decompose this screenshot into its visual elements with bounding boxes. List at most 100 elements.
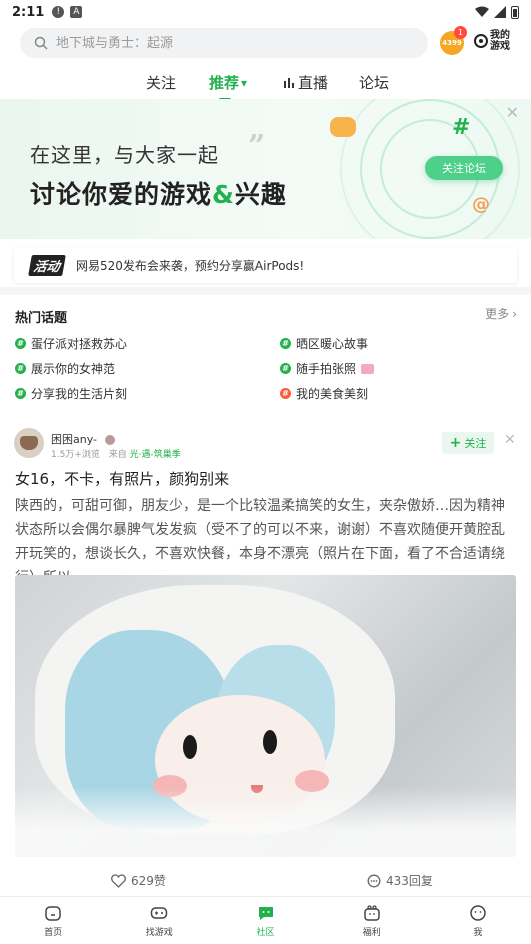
- activity-text: 网易520发布会来袭，预约分享赢AirPods!: [76, 258, 305, 273]
- author-name-text: 困困any-: [51, 433, 97, 446]
- quote-decor-icon: ”: [248, 129, 266, 164]
- topic-label: 分享我的生活片刻: [31, 387, 128, 401]
- topic-icon: #: [15, 363, 26, 374]
- avatar[interactable]: [14, 428, 44, 458]
- topic-label: 展示你的女神范: [31, 362, 116, 376]
- tab-forum-label: 论坛: [359, 74, 390, 92]
- banner-line2-amp: &: [212, 180, 235, 209]
- battery-icon: [511, 5, 519, 19]
- gift-icon: [363, 904, 380, 921]
- topic-icon: #: [15, 338, 26, 349]
- topic-item[interactable]: # 随手拍张照: [280, 360, 375, 377]
- banner-line1: 在这里，与大家一起: [30, 143, 219, 167]
- topic-label: 晒区暖心故事: [296, 337, 369, 351]
- follow-button[interactable]: + 关注: [442, 432, 494, 454]
- chevron-right-icon: ›: [512, 306, 517, 321]
- topic-item[interactable]: # 分享我的生活片刻: [15, 385, 127, 402]
- activity-tag: 活动: [28, 254, 66, 276]
- nav-home[interactable]: 首页: [0, 897, 106, 944]
- tab-follow[interactable]: 关注: [146, 72, 176, 93]
- tab-forum[interactable]: 论坛: [359, 72, 389, 93]
- nav-find-games-label: 找游戏: [145, 927, 173, 938]
- topic-item[interactable]: # 晒区暖心故事: [280, 335, 368, 352]
- source-forum-link[interactable]: 光·遇-筑巢季: [130, 450, 181, 460]
- search-input[interactable]: [56, 35, 376, 51]
- community-icon: [258, 906, 273, 920]
- author-meta: 1.5万+浏览 来自 光·遇-筑巢季: [51, 447, 181, 460]
- close-icon[interactable]: ✕: [504, 432, 516, 448]
- topic-label: 蛋仔派对拯救苏心: [31, 337, 128, 351]
- follow-label: 关注: [464, 437, 487, 450]
- tab-live[interactable]: 直播: [283, 72, 328, 93]
- nav-me[interactable]: 我: [425, 897, 531, 944]
- home-icon: [45, 905, 61, 921]
- profile-icon: [470, 904, 486, 921]
- section-divider: [0, 287, 531, 295]
- close-icon[interactable]: ✕: [506, 103, 519, 122]
- nav-community-label: 社区: [256, 927, 275, 938]
- post-header: 困困any- 1.5万+浏览 来自 光·遇-筑巢季 + 关注 ✕: [14, 428, 517, 462]
- more-link[interactable]: 更多 ›: [485, 305, 517, 322]
- image-eye-shape: [263, 730, 277, 754]
- forum-banner[interactable]: # @ ” 在这里，与大家一起 讨论你爱的游戏&兴趣 关注论坛 ✕: [0, 99, 531, 239]
- reply-count: 433回复: [386, 874, 433, 888]
- topic-label: 随手拍张照: [296, 362, 357, 376]
- more-label: 更多: [485, 307, 510, 321]
- hash-decor-icon: #: [452, 115, 471, 140]
- image-eye-shape: [183, 735, 197, 759]
- image-fur-shape: [15, 787, 516, 857]
- nav-community[interactable]: 社区: [212, 897, 318, 944]
- topic-item[interactable]: # 蛋仔派对拯救苏心: [15, 335, 127, 352]
- banner-line2-a: 讨论你爱的游戏: [30, 180, 213, 209]
- my-games-button[interactable]: 我的游戏: [474, 30, 514, 52]
- user-badge-icon: [104, 435, 115, 445]
- bottom-nav: 首页 找游戏 社区 福利 我: [0, 896, 531, 944]
- post-title[interactable]: 女16，不卡，有照片，颜狗别来: [15, 468, 229, 489]
- view-count: 1.5万+浏览: [51, 450, 100, 460]
- topic-item[interactable]: # 展示你的女神范: [15, 360, 115, 377]
- nav-welfare[interactable]: 福利: [319, 897, 425, 944]
- activity-strip[interactable]: 活动 网易520发布会来袭，预约分享赢AirPods!: [14, 247, 517, 283]
- nav-find-games[interactable]: 找游戏: [106, 897, 212, 944]
- chevron-down-icon: ▾: [241, 75, 248, 90]
- post-stats: 629赞 433回复: [0, 872, 531, 892]
- topic-icon: #: [280, 363, 291, 374]
- topic-label: 我的美食美刻: [296, 387, 369, 401]
- live-icon: [284, 77, 294, 88]
- search-icon: [34, 36, 48, 50]
- signal-icon: [494, 6, 506, 18]
- like-count: 629赞: [131, 874, 166, 888]
- nav-welfare-label: 福利: [362, 927, 381, 938]
- heart-icon: [111, 873, 126, 888]
- author-name[interactable]: 困困any-: [51, 431, 115, 447]
- tab-recommend-label: 推荐: [209, 74, 240, 92]
- nav-me-label: 我: [473, 927, 483, 938]
- comment-icon: [367, 874, 381, 887]
- search-row: 4399 1 我的游戏: [20, 26, 517, 58]
- at-decor-icon: @: [472, 194, 490, 215]
- tab-recommend[interactable]: 推荐 ▾: [209, 72, 248, 101]
- alert-icon: !: [52, 6, 65, 18]
- my-games-icon: [474, 34, 488, 48]
- topic-icon: #: [280, 338, 291, 349]
- hot-topics-title: 热门话题: [15, 311, 68, 326]
- nav-home-label: 首页: [44, 927, 63, 938]
- search-box[interactable]: [20, 28, 428, 58]
- topic-icon: #: [15, 388, 26, 399]
- banner-line2-b: 兴趣: [234, 180, 287, 209]
- tab-follow-label: 关注: [146, 74, 177, 92]
- notification-icon: A: [70, 6, 83, 18]
- topic-item[interactable]: # 我的美食美刻: [280, 385, 368, 402]
- like-button[interactable]: 629赞: [111, 872, 166, 889]
- gamepad-icon: [151, 906, 168, 919]
- banner-line2: 讨论你爱的游戏&兴趣: [30, 175, 287, 211]
- post-image[interactable]: [15, 575, 516, 857]
- camera-emoji-icon: [361, 363, 375, 374]
- status-time: 2:11: [12, 4, 45, 20]
- reply-button[interactable]: 433回复: [367, 872, 433, 889]
- plus-icon: +: [449, 435, 462, 451]
- wifi-icon: [475, 6, 489, 17]
- follow-forum-button[interactable]: 关注论坛: [425, 156, 503, 180]
- top-tabs: 关注 推荐 ▾ 直播 论坛: [0, 70, 531, 101]
- my-games-label: 我的游戏: [490, 30, 510, 52]
